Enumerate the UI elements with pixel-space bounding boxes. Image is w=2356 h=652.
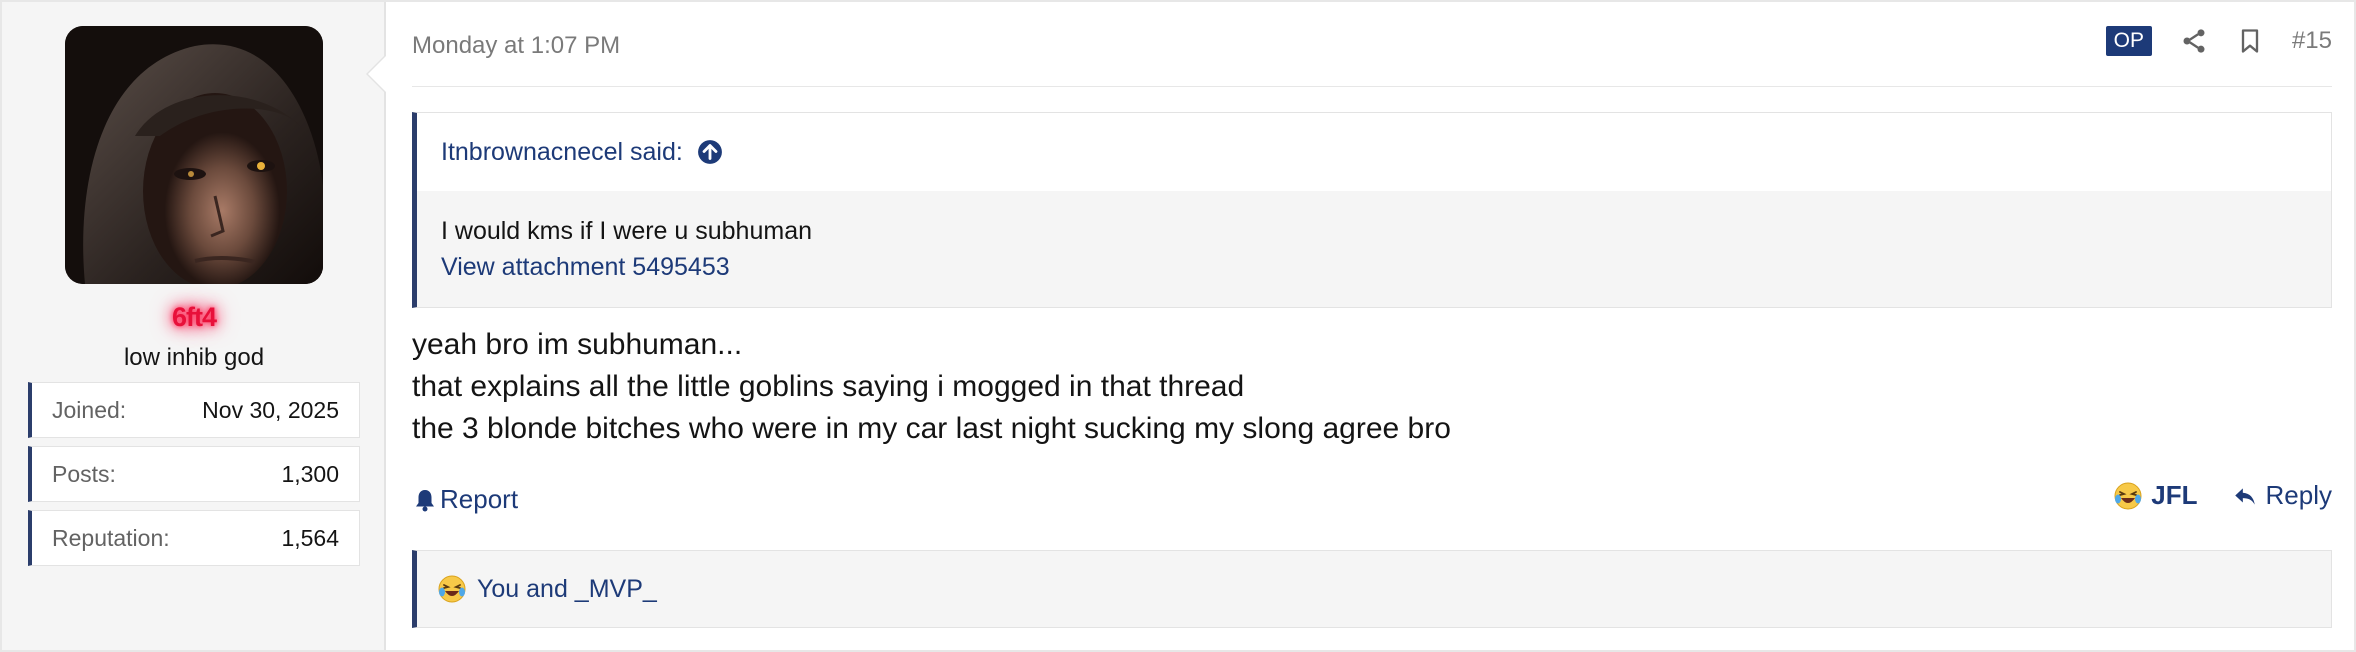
body-line: yeah bro im subhuman... [412, 328, 743, 361]
message-post: 6ft4 low inhib god Joined: Nov 30, 2025 … [0, 0, 2356, 652]
reactions-summary[interactable]: You and _MVP_ [477, 575, 657, 604]
react-label: JFL [2151, 480, 2198, 510]
body-line: the 3 blonde bitches who were in my car … [412, 412, 1451, 445]
react-jfl-button[interactable]: JFL [2113, 480, 2198, 511]
quote-text: I would kms if I were u subhuman [441, 217, 812, 245]
stat-posts: Posts: 1,300 [28, 446, 360, 502]
reply-label: Reply [2265, 480, 2332, 510]
user-sidebar: 6ft4 low inhib god Joined: Nov 30, 2025 … [2, 2, 386, 650]
quote-header[interactable]: Itnbrownacnecel said: [417, 113, 2331, 191]
stat-label: Joined: [52, 396, 127, 423]
avatar[interactable] [65, 26, 323, 284]
post-number[interactable]: #15 [2292, 27, 2332, 55]
user-title: low inhib god [123, 344, 265, 371]
share-icon[interactable] [2180, 27, 2208, 55]
quote-author[interactable]: Itnbrownacnecel said: [441, 138, 683, 167]
stat-value: 1,564 [281, 524, 339, 551]
attachment-link[interactable]: View attachment 5495453 [441, 249, 2307, 285]
stat-value[interactable]: 1,300 [281, 461, 339, 488]
bookmark-icon[interactable] [2236, 27, 2264, 55]
username[interactable]: 6ft4 [2, 302, 386, 333]
post-header-actions: OP #15 [2105, 26, 2332, 56]
op-badge: OP [2105, 26, 2152, 56]
bell-icon [416, 489, 434, 511]
header-divider [412, 86, 2332, 87]
laughing-crying-emoji-icon [438, 575, 466, 603]
reply-arrow-icon [2234, 487, 2255, 505]
laughing-crying-emoji-icon [2114, 482, 2142, 509]
quote-body: I would kms if I were u subhuman View at… [417, 191, 2331, 285]
stat-reputation: Reputation: 1,564 [28, 510, 360, 566]
arrow-up-circle-icon[interactable] [697, 139, 723, 165]
stat-label: Reputation: [52, 524, 170, 551]
reactions-bar[interactable]: You and _MVP_ [412, 550, 2332, 628]
quote-block: Itnbrownacnecel said: I would kms if I w… [412, 112, 2332, 308]
post-footer-actions: JFL Reply [2113, 480, 2332, 511]
stat-value: Nov 30, 2025 [202, 396, 339, 423]
post-body: yeah bro im subhuman... that explains al… [412, 324, 1451, 450]
stat-joined: Joined: Nov 30, 2025 [28, 382, 360, 438]
reply-button[interactable]: Reply [2232, 480, 2332, 511]
post-date[interactable]: Monday at 1:07 PM [412, 32, 620, 60]
message-main: Monday at 1:07 PM OP #15 Itnbrownacnecel… [410, 2, 2332, 650]
body-line: that explains all the little goblins say… [412, 370, 1245, 403]
stat-label: Posts: [52, 460, 116, 487]
report-button[interactable]: Report [414, 484, 518, 515]
user-pointer-arrow [366, 54, 386, 94]
report-label: Report [440, 484, 519, 514]
